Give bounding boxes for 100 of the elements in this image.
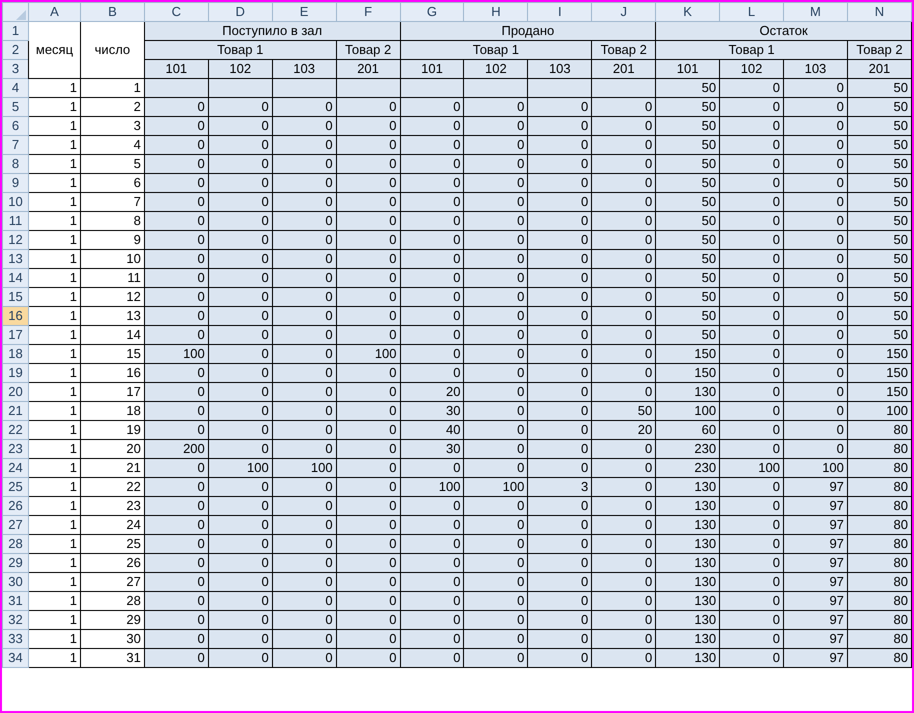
table-cell: 0: [144, 364, 208, 382]
table-cell: 0: [272, 534, 336, 554]
table-cell: 130: [656, 610, 720, 630]
table-cell: Остаток: [656, 22, 912, 40]
table-cell: 0: [720, 344, 784, 364]
table-cell: 0: [720, 230, 784, 250]
row-header[interactable]: 24: [2, 458, 28, 478]
table-cell: 0: [528, 288, 592, 306]
column-header[interactable]: M: [784, 2, 848, 22]
table-cell: 12: [80, 288, 144, 306]
table-cell: 0: [144, 458, 208, 478]
column-header[interactable]: E: [272, 2, 336, 22]
row-header[interactable]: 8: [2, 154, 28, 174]
table-cell: 0: [784, 288, 848, 306]
row-header[interactable]: 12: [2, 230, 28, 250]
table-cell: 50: [656, 288, 720, 306]
row-header[interactable]: 26: [2, 496, 28, 516]
column-header[interactable]: B: [80, 2, 144, 22]
row-header[interactable]: 11: [2, 212, 28, 230]
column-header[interactable]: J: [592, 2, 656, 22]
table-cell: 20: [400, 382, 464, 402]
row-header[interactable]: 32: [2, 610, 28, 630]
table-cell: 0: [272, 98, 336, 116]
table-cell: 1: [28, 440, 80, 458]
table-cell: 0: [208, 496, 272, 516]
table-cell: 0: [208, 572, 272, 592]
row-header[interactable]: 23: [2, 440, 28, 458]
row-header[interactable]: 18: [2, 344, 28, 364]
table-cell: 0: [784, 344, 848, 364]
table-cell: 0: [592, 648, 656, 668]
table-cell: 0: [144, 648, 208, 668]
row-header[interactable]: 20: [2, 382, 28, 402]
row-header[interactable]: 33: [2, 630, 28, 648]
table-cell: 1: [28, 98, 80, 116]
table-cell: 9: [80, 230, 144, 250]
row-header[interactable]: 27: [2, 516, 28, 534]
table-cell: Товар 2: [592, 40, 656, 60]
table-cell: 0: [144, 230, 208, 250]
table-cell: 201: [847, 60, 912, 78]
column-header[interactable]: G: [400, 2, 464, 22]
table-cell: 0: [464, 402, 528, 420]
table-cell: 0: [400, 592, 464, 610]
row-header[interactable]: 4: [2, 78, 28, 98]
table-cell: 0: [720, 478, 784, 496]
column-header[interactable]: H: [464, 2, 528, 22]
row-header[interactable]: 17: [2, 326, 28, 344]
row-header[interactable]: 34: [2, 648, 28, 668]
column-header[interactable]: I: [528, 2, 592, 22]
table-cell: 0: [720, 78, 784, 98]
table-cell: 0: [784, 268, 848, 288]
row-header[interactable]: 29: [2, 554, 28, 572]
table-cell: 0: [720, 364, 784, 382]
row-header[interactable]: 31: [2, 592, 28, 610]
row-header[interactable]: 28: [2, 534, 28, 554]
row-header[interactable]: 5: [2, 98, 28, 116]
row-header[interactable]: 6: [2, 116, 28, 136]
row-header[interactable]: 1: [2, 22, 28, 40]
column-header[interactable]: K: [656, 2, 720, 22]
table-cell: 50: [847, 268, 912, 288]
table-cell: 50: [656, 174, 720, 192]
table-cell: 101: [656, 60, 720, 78]
table-cell: 0: [208, 212, 272, 230]
table-cell: 0: [528, 648, 592, 668]
table-cell: 0: [272, 648, 336, 668]
row-header[interactable]: 19: [2, 364, 28, 382]
row-header[interactable]: 9: [2, 174, 28, 192]
table-cell: 1: [28, 174, 80, 192]
row-header[interactable]: 7: [2, 136, 28, 154]
row-header[interactable]: 15: [2, 288, 28, 306]
column-header[interactable]: D: [208, 2, 272, 22]
table-cell: 1: [28, 534, 80, 554]
table-cell: 0: [208, 116, 272, 136]
table-cell: 0: [144, 268, 208, 288]
table-cell: 0: [464, 230, 528, 250]
table-cell: 0: [144, 212, 208, 230]
table-cell: 0: [400, 516, 464, 534]
row-header[interactable]: 13: [2, 250, 28, 268]
row-header[interactable]: 3: [2, 60, 28, 78]
table-cell: 0: [720, 250, 784, 268]
row-header[interactable]: 16: [2, 306, 28, 326]
row-header[interactable]: 22: [2, 420, 28, 440]
row-header[interactable]: 14: [2, 268, 28, 288]
table-cell: 0: [464, 154, 528, 174]
table-cell: 0: [720, 326, 784, 344]
row-header[interactable]: 21: [2, 402, 28, 420]
table-cell: 3: [528, 478, 592, 496]
table-cell: 0: [208, 306, 272, 326]
row-header[interactable]: 2: [2, 40, 28, 60]
column-header[interactable]: F: [336, 2, 400, 22]
row-header[interactable]: 30: [2, 572, 28, 592]
select-all-corner[interactable]: [2, 2, 28, 22]
column-header[interactable]: C: [144, 2, 208, 22]
row-header[interactable]: 10: [2, 192, 28, 212]
column-header[interactable]: A: [28, 2, 80, 22]
table-cell: 130: [656, 478, 720, 496]
row-header[interactable]: 25: [2, 478, 28, 496]
table-cell: 1: [28, 572, 80, 592]
table-cell: 1: [28, 420, 80, 440]
column-header[interactable]: N: [847, 2, 912, 22]
column-header[interactable]: L: [720, 2, 784, 22]
